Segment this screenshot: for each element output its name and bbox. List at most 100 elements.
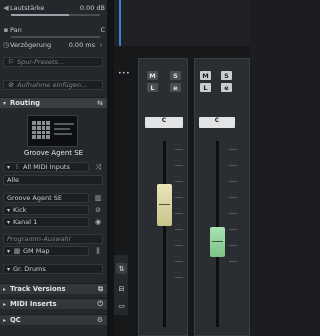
mixer-toolbar: ⇅ ⊟ ▭ bbox=[114, 255, 128, 315]
edit-channel-button[interactable]: e bbox=[170, 83, 181, 92]
mixer-channel-1: M S L e C bbox=[138, 58, 188, 336]
pan-icon: ▪ bbox=[3, 26, 9, 34]
versions-icon: ⧉ bbox=[98, 284, 103, 293]
scale-tick bbox=[229, 213, 237, 214]
kit-label: Kick bbox=[13, 206, 27, 214]
scale-tick bbox=[229, 181, 237, 182]
scale-tick bbox=[175, 245, 183, 246]
map-label: GM Map bbox=[23, 247, 50, 255]
scale-tick bbox=[175, 277, 183, 278]
shuffle-icon[interactable]: ⤨ bbox=[93, 162, 103, 172]
pan-row[interactable]: ▪ Pan C bbox=[2, 25, 105, 35]
routing-view-icon[interactable]: ⊟ bbox=[116, 283, 127, 294]
midi-inserts-title: MIDI Inserts bbox=[10, 300, 57, 308]
edit-icon[interactable]: ⊘ bbox=[93, 205, 103, 215]
pan-label: Pan bbox=[10, 26, 22, 34]
instrument-icon[interactable]: ▥ bbox=[93, 193, 103, 203]
input-channel-label: Alle bbox=[7, 176, 20, 184]
map-select[interactable]: ▾ ▦ GM Map bbox=[3, 246, 89, 256]
qc-title: QC bbox=[10, 316, 21, 324]
record-icon: ⊘ bbox=[8, 81, 14, 89]
solo-button[interactable]: S bbox=[170, 71, 181, 80]
edit-channel-button[interactable]: e bbox=[221, 83, 232, 92]
chevron-right-icon: ▸ bbox=[3, 316, 7, 324]
mixer-top-strip bbox=[114, 0, 250, 46]
routing-section-header[interactable]: ▾ Routing ⇆ bbox=[0, 97, 107, 108]
chevron-right-icon: ▸ bbox=[3, 300, 7, 308]
more-options-button[interactable]: ••• bbox=[118, 70, 130, 77]
dropdown-caret-icon: ▾ bbox=[7, 265, 11, 273]
chevron-right-icon[interactable]: › bbox=[97, 41, 105, 49]
instrument-name: Groove Agent SE bbox=[23, 149, 84, 157]
pan-control[interactable]: C bbox=[145, 117, 183, 128]
midi-input-select[interactable]: ▾ ⁞ All MIDI Inputs bbox=[3, 162, 89, 172]
scale-tick bbox=[175, 165, 183, 166]
pan-control[interactable]: C bbox=[199, 117, 235, 128]
program-select[interactable]: Programm-Auswahl bbox=[3, 234, 103, 244]
midi-input-label: All MIDI Inputs bbox=[23, 163, 70, 171]
kit-select[interactable]: ▾ Kick bbox=[3, 205, 89, 215]
thumb-line bbox=[54, 128, 70, 130]
scale-tick bbox=[229, 245, 237, 246]
volume-slider-fill bbox=[11, 14, 69, 16]
settings-icon[interactable]: ◉ bbox=[93, 217, 103, 227]
meter-view-icon[interactable]: ▭ bbox=[116, 300, 127, 311]
routing-section-title: Routing bbox=[10, 99, 41, 107]
delay-label: Verzögerung bbox=[10, 41, 52, 49]
volume-label: Lautstärke bbox=[10, 4, 45, 12]
panel-divider[interactable] bbox=[107, 0, 114, 336]
drum-map-select[interactable]: ▾ Gr. Drums bbox=[3, 264, 103, 274]
delay-value[interactable]: 0.00 ms bbox=[69, 41, 95, 49]
scale-tick bbox=[175, 149, 183, 150]
fader-line bbox=[159, 204, 170, 205]
listen-button[interactable]: L bbox=[147, 83, 158, 92]
track-versions-title: Track Versions bbox=[10, 285, 66, 293]
channel-label: Kanal 1 bbox=[13, 218, 38, 226]
scale-tick bbox=[175, 181, 183, 182]
inspector-panel: ◀ Lautstärke 0.00 dB ▪ Pan C ◷ Verzögeru… bbox=[0, 0, 107, 336]
channel-select[interactable]: ▾ Kanal 1 bbox=[3, 217, 89, 227]
mute-button[interactable]: M bbox=[147, 71, 158, 80]
input-channel-select[interactable]: Alle bbox=[3, 175, 103, 185]
dropdown-caret-icon: ▾ bbox=[7, 247, 11, 255]
instrument-thumbnail[interactable] bbox=[27, 115, 78, 147]
listen-button[interactable]: L bbox=[200, 83, 211, 92]
output-select[interactable]: Groove Agent SE bbox=[3, 193, 89, 203]
scale-tick bbox=[229, 229, 237, 230]
midi-icon: ⁞ bbox=[15, 163, 19, 171]
scale-tick bbox=[229, 197, 237, 198]
fader-track[interactable] bbox=[163, 141, 166, 327]
pan-value: C bbox=[214, 117, 220, 124]
delay-row[interactable]: ◷ Verzögerung 0.00 ms › bbox=[2, 40, 105, 50]
drum-map-label: Gr. Drums bbox=[13, 265, 46, 273]
eq-icon[interactable]: ⫼ bbox=[93, 246, 103, 256]
routing-icon: ⇆ bbox=[97, 99, 103, 107]
volume-value[interactable]: 0.00 dB bbox=[80, 4, 105, 12]
output-label: Groove Agent SE bbox=[7, 194, 62, 202]
qc-header[interactable]: ▸ QC ⚙ bbox=[0, 314, 107, 325]
selection-bar bbox=[119, 0, 121, 46]
scale-tick bbox=[175, 261, 183, 262]
fader-line bbox=[212, 241, 223, 242]
volume-fader-handle[interactable] bbox=[210, 227, 225, 257]
volume-fader-handle[interactable] bbox=[157, 184, 172, 226]
thumb-line bbox=[54, 133, 72, 135]
speaker-icon: ◀ bbox=[3, 4, 9, 12]
pan-value[interactable]: C bbox=[100, 26, 105, 34]
settings-icon: ⚙ bbox=[96, 316, 103, 324]
track-versions-header[interactable]: ▸ Track Versions ⧉ bbox=[0, 283, 107, 294]
mixer-channel-2: M S L e C bbox=[194, 58, 250, 336]
scale-tick bbox=[175, 229, 183, 230]
fader-view-icon[interactable]: ⇅ bbox=[116, 263, 127, 274]
scale-tick bbox=[229, 165, 237, 166]
midi-inserts-header[interactable]: ▸ MIDI Inserts ⏻ bbox=[0, 298, 107, 309]
volume-row[interactable]: ◀ Lautstärke 0.00 dB bbox=[2, 3, 105, 13]
pan-slider[interactable] bbox=[11, 36, 100, 38]
mute-button[interactable]: M bbox=[200, 71, 211, 80]
add-recording-field[interactable]: ⊘ Aufnahme einfügen... bbox=[3, 80, 103, 90]
scale-tick bbox=[229, 261, 237, 262]
track-presets-field[interactable]: ⚐ Spur-Presets... bbox=[3, 57, 103, 67]
track-presets-label: Spur-Presets... bbox=[17, 58, 65, 66]
cubase-window: ◀ Lautstärke 0.00 dB ▪ Pan C ◷ Verzögeru… bbox=[0, 0, 250, 336]
solo-button[interactable]: S bbox=[221, 71, 232, 80]
